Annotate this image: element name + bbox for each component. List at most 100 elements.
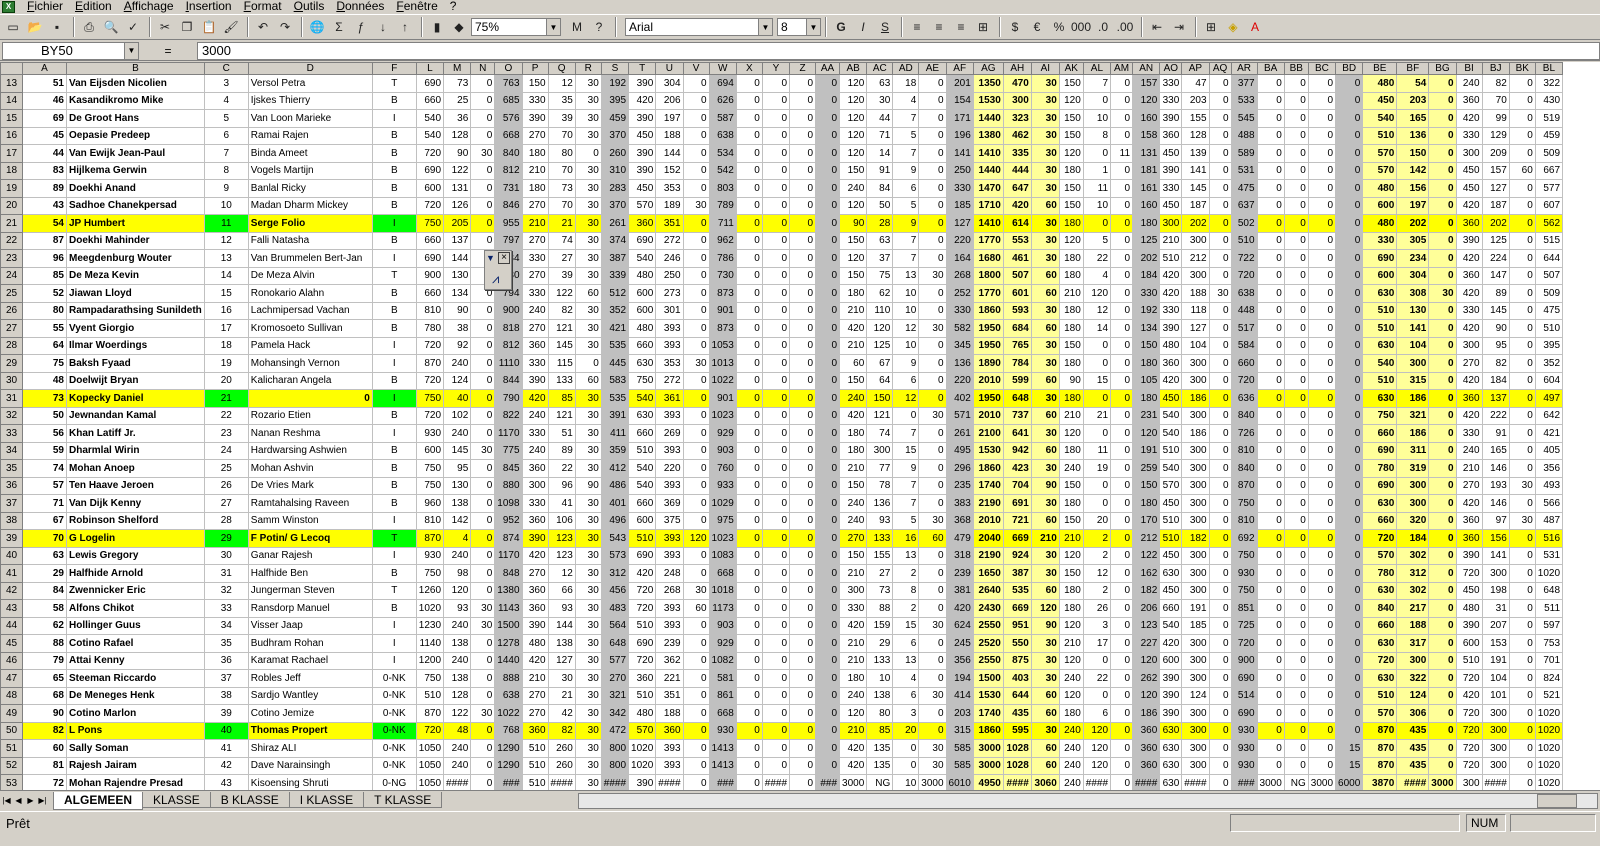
value-cell[interactable]: 0 — [735, 424, 763, 443]
value-cell[interactable]: 120 — [1082, 739, 1112, 758]
value-cell[interactable]: 493 — [1534, 476, 1564, 495]
value-cell[interactable]: 60 — [1030, 406, 1060, 425]
value-cell[interactable]: 15 — [892, 616, 920, 635]
value-cell[interactable]: 30 — [1030, 634, 1060, 653]
value-cell[interactable]: 0 — [789, 109, 817, 128]
value-cell[interactable]: 0 — [1283, 651, 1309, 670]
value-cell[interactable]: 0 — [1208, 581, 1232, 600]
value-cell[interactable]: 420 — [1455, 319, 1483, 338]
value-cell[interactable]: 150 — [839, 231, 868, 250]
value-cell[interactable]: 138 — [443, 494, 472, 513]
value-cell[interactable]: 0 — [1283, 249, 1309, 268]
value-cell[interactable]: 515 — [1534, 231, 1564, 250]
value-cell[interactable]: 0 — [682, 494, 710, 513]
class-cell[interactable]: 0-NK — [371, 756, 417, 775]
value-cell[interactable]: 387 — [600, 249, 630, 268]
value-cell[interactable]: 0 — [1428, 389, 1457, 408]
value-cell[interactable]: 240 — [521, 301, 549, 320]
value-cell[interactable]: 660 — [1362, 424, 1398, 443]
value-cell[interactable]: 330 — [1159, 179, 1183, 198]
value-cell[interactable]: 0 — [789, 511, 817, 530]
value-cell[interactable]: 540 — [415, 126, 445, 145]
value-cell[interactable]: 660 — [628, 336, 657, 355]
value-cell[interactable]: 470 — [1002, 74, 1032, 93]
value-cell[interactable]: 270 — [600, 669, 630, 688]
value-cell[interactable]: 115 — [547, 354, 576, 373]
value-cell[interactable]: 188 — [655, 704, 684, 723]
class-cell[interactable]: T — [371, 74, 417, 93]
student-number-cell[interactable]: 96 — [22, 249, 67, 268]
value-cell[interactable]: 960 — [415, 494, 445, 513]
value-cell[interactable]: 648 — [1002, 389, 1032, 408]
class-cell[interactable]: B — [371, 196, 417, 215]
value-cell[interactable]: 870 — [415, 354, 445, 373]
value-cell[interactable]: 630 — [1159, 739, 1183, 758]
value-cell[interactable]: 260 — [600, 144, 630, 163]
value-cell[interactable]: 1020 — [1534, 774, 1564, 790]
value-cell[interactable]: 320 — [1396, 511, 1430, 530]
value-cell[interactable]: 0 — [1208, 354, 1232, 373]
value-cell[interactable]: 0 — [1508, 599, 1536, 618]
value-cell[interactable]: 604 — [1534, 371, 1564, 390]
value-cell[interactable]: 0 — [1508, 564, 1536, 583]
value-cell[interactable]: 0 — [682, 756, 710, 775]
student-name-cell[interactable]: Cotino Rafael — [66, 634, 205, 653]
value-cell[interactable]: 136 — [866, 494, 894, 513]
sheet-tab[interactable]: I KLASSE — [288, 791, 365, 808]
value-cell[interactable]: 30 — [574, 564, 602, 583]
value-cell[interactable]: 1410 — [972, 214, 1004, 233]
value-cell[interactable]: 360 — [521, 721, 549, 740]
value-cell[interactable]: 160 — [1132, 196, 1161, 215]
value-cell[interactable]: 171 — [945, 109, 974, 128]
value-cell[interactable]: 0 — [815, 669, 841, 688]
value-cell[interactable]: 304 — [1396, 266, 1430, 285]
value-cell[interactable]: 144 — [443, 249, 472, 268]
value-cell[interactable]: 0 — [1208, 266, 1232, 285]
value-cell[interactable]: 0 — [1508, 459, 1536, 478]
value-cell[interactable]: 875 — [1002, 651, 1032, 670]
value-cell[interactable]: 4 — [443, 529, 472, 548]
value-cell[interactable]: 30 — [574, 581, 602, 600]
class-cell[interactable]: I — [371, 109, 417, 128]
value-cell[interactable]: 30 — [1508, 511, 1536, 530]
row-header[interactable]: 50 — [0, 721, 23, 740]
partner-name-cell[interactable]: Serge Folio — [247, 214, 373, 233]
value-cell[interactable]: 600 — [628, 284, 657, 303]
value-cell[interactable]: 393 — [655, 336, 684, 355]
value-cell[interactable]: 420 — [1455, 371, 1483, 390]
value-cell[interactable]: 0 — [1307, 371, 1337, 390]
value-cell[interactable]: 127 — [945, 214, 974, 233]
value-cell[interactable]: 2010 — [972, 511, 1004, 530]
value-cell[interactable]: 0 — [1082, 389, 1112, 408]
value-cell[interactable]: 405 — [1534, 441, 1564, 460]
value-cell[interactable]: 725 — [1230, 616, 1258, 635]
value-cell[interactable]: 146 — [1481, 494, 1510, 513]
value-cell[interactable]: 30 — [574, 249, 602, 268]
function-icon[interactable]: ƒ — [351, 17, 371, 37]
student-name-cell[interactable]: Sadhoe Chanekpersad — [66, 196, 205, 215]
value-cell[interactable]: 0 — [1283, 284, 1309, 303]
partner-name-cell[interactable]: Budhram Rohan — [247, 634, 373, 653]
value-cell[interactable]: 3 — [892, 704, 920, 723]
value-cell[interactable]: 82 — [1481, 74, 1510, 93]
value-cell[interactable]: 0 — [1208, 179, 1232, 198]
value-cell[interactable]: 0 — [789, 529, 817, 548]
first-sheet-icon[interactable]: |◀ — [1, 794, 12, 808]
value-cell[interactable]: 690 — [1362, 441, 1398, 460]
partner-name-cell[interactable]: Ijskes Thierry — [247, 91, 373, 110]
value-cell[interactable]: 0 — [789, 669, 817, 688]
value-cell[interactable]: 30 — [1030, 144, 1060, 163]
value-cell[interactable]: 0 — [1335, 564, 1364, 583]
value-cell[interactable]: 15 — [1335, 756, 1364, 775]
value-cell[interactable]: 0 — [1110, 336, 1134, 355]
value-cell[interactable]: 480 — [1455, 599, 1483, 618]
value-cell[interactable]: 13 — [892, 651, 920, 670]
value-cell[interactable]: 790 — [494, 389, 523, 408]
value-cell[interactable]: 0 — [789, 144, 817, 163]
value-cell[interactable]: 570 — [1362, 144, 1398, 163]
value-cell[interactable]: 300 — [1481, 721, 1510, 740]
student-name-cell[interactable]: Doekhi Mahinder — [66, 231, 205, 250]
value-cell[interactable]: 0 — [1335, 214, 1364, 233]
value-cell[interactable]: 125 — [1132, 231, 1161, 250]
value-cell[interactable]: 435 — [1396, 721, 1430, 740]
